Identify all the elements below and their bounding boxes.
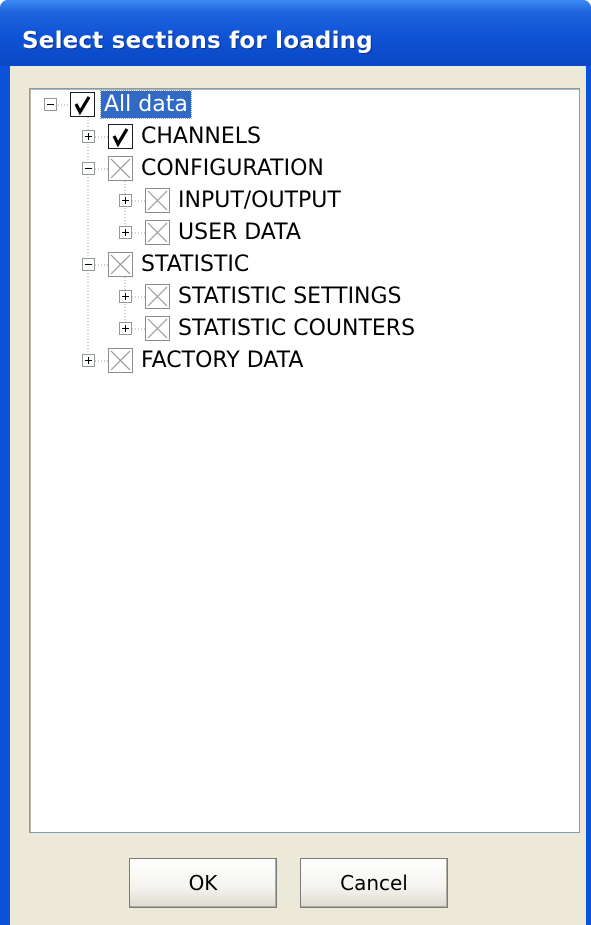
collapse-icon[interactable] [82,258,95,271]
expand-icon[interactable] [119,226,132,239]
collapse-icon[interactable] [44,98,57,111]
cancel-button[interactable]: Cancel [300,858,448,908]
expand-icon[interactable] [119,290,132,303]
checkbox-unchecked-icon[interactable] [145,284,170,309]
window-title: Select sections for loading [22,28,373,54]
dialog-body: All data CHANNELS CONFIGURATION INPUT/OU… [10,66,586,925]
tree-node-statistic[interactable]: STATISTIC [30,250,581,280]
collapse-icon[interactable] [82,162,95,175]
expand-icon[interactable] [119,194,132,207]
tree-node-label[interactable]: STATISTIC SETTINGS [175,283,405,310]
checkbox-unchecked-icon[interactable] [108,156,133,181]
tree-node-label[interactable]: All data [100,90,192,119]
tree-node-configuration[interactable]: CONFIGURATION [30,154,581,184]
checkbox-checked-icon[interactable] [108,124,133,149]
checkbox-unchecked-icon[interactable] [145,188,170,213]
checkbox-checked-icon[interactable] [70,92,95,117]
tree-node-channels[interactable]: CHANNELS [30,122,581,152]
dialog-window: Select sections for loading All data CHA… [0,0,591,925]
tree-node-label[interactable]: CONFIGURATION [138,155,327,182]
expand-icon[interactable] [119,322,132,335]
tree-node-label[interactable]: USER DATA [175,219,304,246]
tree-node-all-data[interactable]: All data [30,90,581,120]
expand-icon[interactable] [82,130,95,143]
tree-node-label[interactable]: INPUT/OUTPUT [175,187,344,214]
tree-node-statistic-settings[interactable]: STATISTIC SETTINGS [30,282,581,312]
checkbox-unchecked-icon[interactable] [108,348,133,373]
section-tree[interactable]: All data CHANNELS CONFIGURATION INPUT/OU… [29,88,580,833]
tree-node-label[interactable]: STATISTIC COUNTERS [175,315,418,342]
title-bar[interactable]: Select sections for loading [0,0,591,66]
tree-node-label[interactable]: STATISTIC [138,251,252,278]
checkbox-unchecked-icon[interactable] [145,316,170,341]
tree-node-statistic-counters[interactable]: STATISTIC COUNTERS [30,314,581,344]
tree-node-label[interactable]: CHANNELS [138,123,264,150]
tree-node-factory-data[interactable]: FACTORY DATA [30,346,581,376]
checkbox-unchecked-icon[interactable] [145,220,170,245]
ok-button[interactable]: OK [129,858,277,908]
tree-node-user-data[interactable]: USER DATA [30,218,581,248]
tree-node-label[interactable]: FACTORY DATA [138,347,306,374]
expand-icon[interactable] [82,354,95,367]
checkbox-unchecked-icon[interactable] [108,252,133,277]
tree-node-input-output[interactable]: INPUT/OUTPUT [30,186,581,216]
